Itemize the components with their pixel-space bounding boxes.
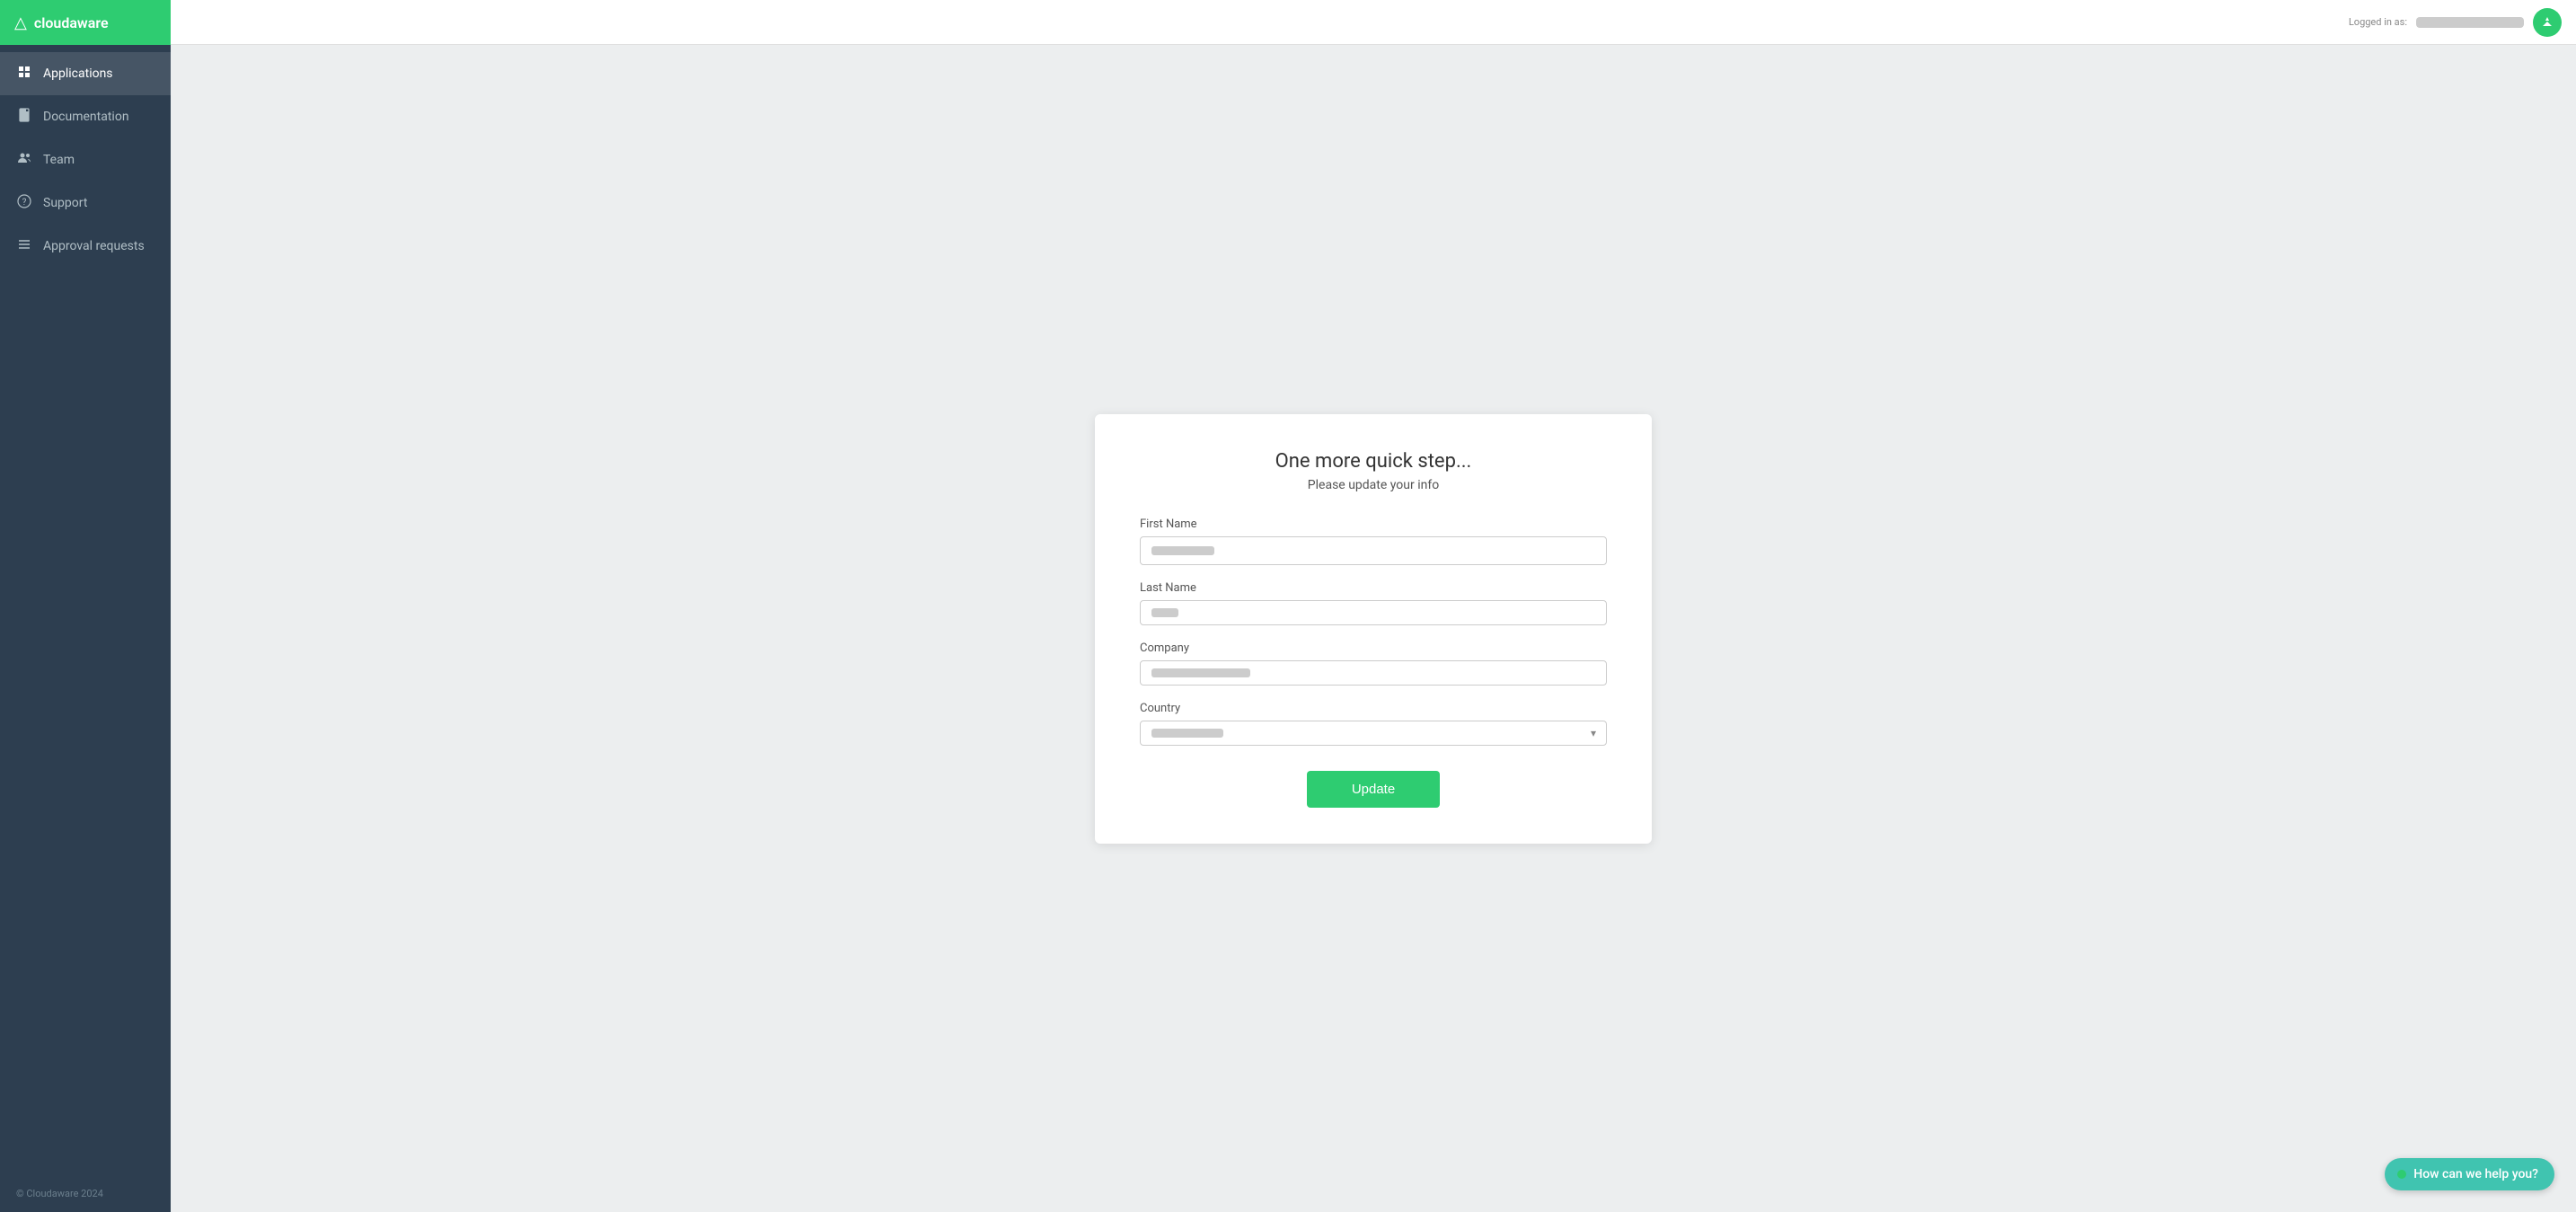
- sidebar-item-documentation-label: Documentation: [43, 110, 129, 124]
- user-avatar[interactable]: [2533, 8, 2562, 37]
- country-group: Country ▾: [1140, 702, 1607, 746]
- svg-text:?: ?: [22, 198, 27, 208]
- first-name-input-wrapper[interactable]: [1140, 536, 1607, 565]
- sidebar-item-approval-requests-label: Approval requests: [43, 239, 145, 253]
- chat-label: How can we help you?: [2413, 1167, 2538, 1181]
- username-blurred: [2416, 17, 2524, 28]
- sidebar-item-applications[interactable]: Applications: [0, 52, 171, 95]
- country-select[interactable]: [1140, 721, 1607, 746]
- last-name-input-wrapper[interactable]: [1140, 600, 1607, 625]
- sidebar-item-support[interactable]: ? Support: [0, 181, 171, 225]
- logo-icon: △: [14, 13, 27, 32]
- chat-online-dot: [2397, 1170, 2406, 1179]
- sidebar: △ cloudaware Applications Documentation …: [0, 0, 171, 1212]
- sidebar-item-support-label: Support: [43, 196, 87, 210]
- card-title: One more quick step...: [1140, 450, 1607, 473]
- update-button[interactable]: Update: [1307, 771, 1440, 808]
- copyright-text: © Cloudaware 2024: [16, 1188, 103, 1199]
- support-icon: ?: [16, 194, 32, 212]
- card-subtitle: Please update your info: [1140, 478, 1607, 492]
- chat-widget[interactable]: How can we help you?: [2385, 1158, 2554, 1190]
- main-content: One more quick step... Please update you…: [171, 45, 2576, 1212]
- approval-requests-icon: [16, 237, 32, 255]
- logo-text: cloudaware: [34, 14, 109, 31]
- first-name-blurred: [1151, 546, 1214, 555]
- country-label: Country: [1140, 702, 1607, 715]
- last-name-group: Last Name: [1140, 581, 1607, 625]
- first-name-label: First Name: [1140, 518, 1607, 531]
- company-blurred: [1151, 668, 1250, 677]
- country-blurred: [1151, 729, 1223, 738]
- topbar: Logged in as:: [171, 0, 2576, 45]
- sidebar-nav: Applications Documentation Team ? Suppor…: [0, 45, 171, 1175]
- sidebar-item-approval-requests[interactable]: Approval requests: [0, 225, 171, 268]
- last-name-label: Last Name: [1140, 581, 1607, 595]
- sidebar-item-applications-label: Applications: [43, 66, 113, 81]
- company-label: Company: [1140, 641, 1607, 655]
- first-name-group: First Name: [1140, 518, 1607, 565]
- sidebar-item-team-label: Team: [43, 153, 75, 167]
- logged-in-label: Logged in as:: [2349, 16, 2407, 28]
- sidebar-footer: © Cloudaware 2024: [0, 1175, 171, 1212]
- main-wrapper: Logged in as: One more quick step... Ple…: [171, 0, 2576, 1212]
- company-group: Company: [1140, 641, 1607, 686]
- sidebar-item-documentation[interactable]: Documentation: [0, 95, 171, 138]
- sidebar-logo[interactable]: △ cloudaware: [0, 0, 171, 45]
- sidebar-item-team[interactable]: Team: [0, 138, 171, 181]
- country-select-wrapper: ▾: [1140, 721, 1607, 746]
- update-info-card: One more quick step... Please update you…: [1095, 414, 1652, 844]
- last-name-blurred: [1151, 608, 1178, 617]
- applications-icon: [16, 65, 32, 83]
- documentation-icon: [16, 108, 32, 126]
- team-icon: [16, 151, 32, 169]
- company-input-wrapper[interactable]: [1140, 660, 1607, 686]
